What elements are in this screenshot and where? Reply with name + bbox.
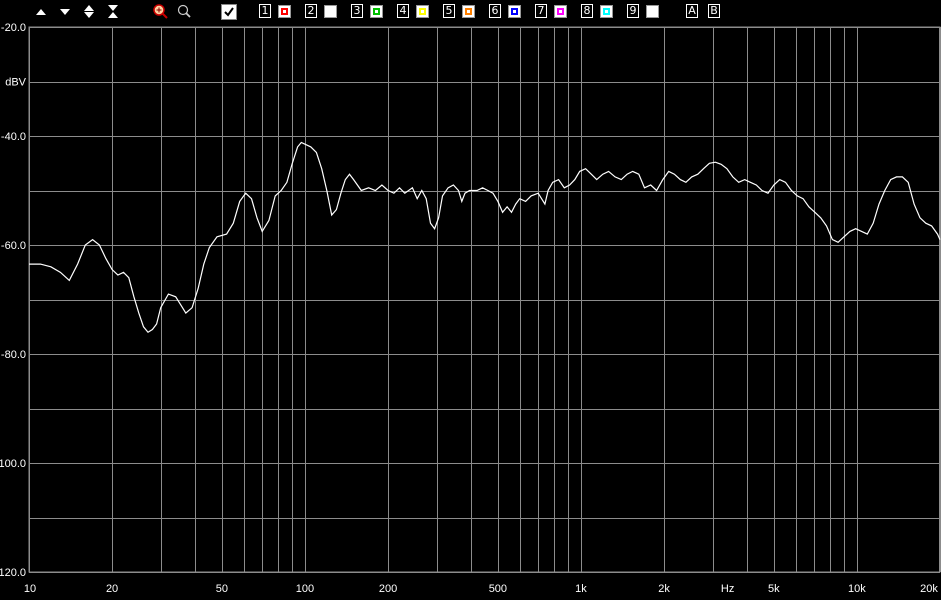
x-tick-label: 10: [24, 583, 36, 595]
x-tick-label: 100: [296, 583, 314, 595]
x-tick-label: 200: [379, 583, 397, 595]
x-tick-label: 10k: [848, 583, 866, 595]
y-tick-label: -20.0: [1, 22, 26, 34]
x-tick-label: 2k: [658, 583, 670, 595]
x-tick-label: 500: [489, 583, 507, 595]
x-tick-label: Hz: [721, 583, 734, 595]
y-axis-labels: -20.0 dBV -40.0 -60.0 -80.0 -100.0 -120.0: [0, 22, 27, 579]
y-tick-label: -40.0: [1, 131, 26, 143]
x-axis-labels: 10 20 50 100 200 500 1k 2k Hz 5k 10k 20k: [24, 583, 938, 595]
frequency-response-chart: -20.0 dBV -40.0 -60.0 -80.0 -100.0 -120.0 10 20…: [0, 22, 941, 595]
response-trace: [29, 141, 941, 333]
x-tick-label: 1k: [575, 583, 587, 595]
x-tick-label: 50: [216, 583, 228, 595]
x-tick-label: 5k: [768, 583, 780, 595]
y-tick-label: -60.0: [1, 240, 26, 252]
y-tick-label: -120.0: [0, 567, 26, 579]
y-tick-label: dBV: [5, 77, 26, 89]
x-tick-label: 20: [106, 583, 118, 595]
y-tick-label: -80.0: [1, 349, 26, 361]
x-tick-label: 20k: [920, 583, 938, 595]
y-tick-label: -100.0: [0, 458, 26, 470]
